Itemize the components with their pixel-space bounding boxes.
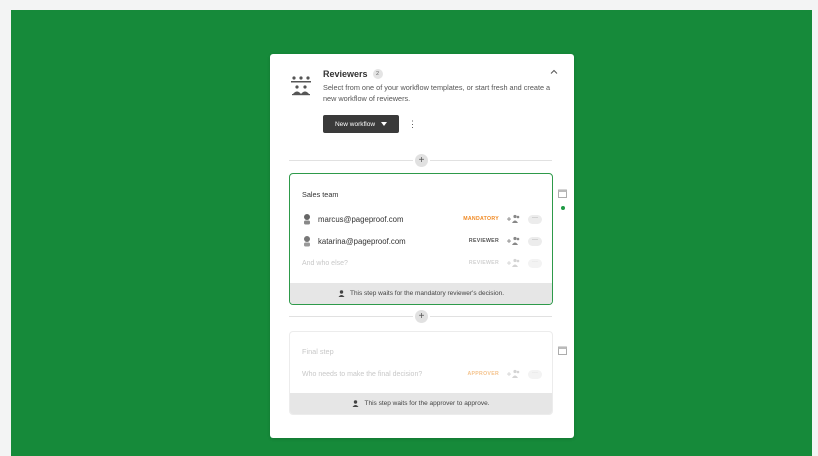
status-indicator [561, 206, 565, 210]
workflow-step-final: Final step Who needs to make the final d… [289, 331, 553, 415]
reviewer-email: marcus@pageproof.com [318, 214, 404, 224]
add-person-icon[interactable] [507, 214, 520, 224]
add-step-button[interactable]: + [415, 310, 428, 323]
reviewers-title-row: Reviewers 2 [323, 69, 383, 79]
caret-down-icon [381, 122, 388, 126]
person-icon [338, 290, 345, 297]
reviewers-title: Reviewers [323, 69, 368, 79]
step-title: Sales team [302, 190, 339, 199]
reviewers-description: Select from one of your workflow templat… [323, 83, 551, 103]
workflow-step-sales-team: Sales team marcus@pageproof.com MANDATOR… [289, 173, 553, 305]
add-step-button[interactable]: + [415, 154, 428, 167]
add-reviewer-row: And who else? REVIEWER ··· [302, 256, 542, 270]
person-icon [352, 400, 359, 407]
add-approver-row: Who needs to make the final decision? AP… [302, 367, 542, 381]
step-footer: This step waits for the mandatory review… [290, 283, 552, 304]
role-badge-reviewer[interactable]: REVIEWER [469, 260, 499, 266]
divider [289, 160, 413, 161]
role-badge-mandatory[interactable]: MANDATORY [463, 216, 499, 222]
reviewer-row: katarina@pageproof.com REVIEWER ··· [302, 234, 542, 248]
step-footer: This step waits for the approver to appr… [290, 393, 552, 414]
app-background: Reviewers 2 Select from one of your work… [11, 10, 812, 456]
calendar-icon[interactable] [558, 346, 567, 355]
role-badge-reviewer[interactable]: REVIEWER [469, 238, 499, 244]
add-person-icon[interactable] [507, 369, 520, 379]
workflow-options-button[interactable]: ⋮ [408, 117, 417, 131]
reviewers-group-icon [291, 76, 311, 96]
new-workflow-label: New workflow [334, 120, 376, 128]
step-title-input[interactable]: Final step [302, 347, 334, 356]
divider [430, 160, 552, 161]
add-reviewer-input[interactable]: And who else? [302, 260, 469, 267]
avatar [304, 236, 310, 247]
more-icon[interactable]: ··· [528, 258, 542, 268]
more-icon[interactable]: ··· [528, 236, 542, 246]
more-icon[interactable]: ··· [528, 214, 542, 224]
role-badge-approver[interactable]: APPROVER [467, 371, 499, 377]
reviewers-count-badge: 2 [372, 69, 383, 79]
chevron-up-icon[interactable] [549, 67, 559, 77]
new-workflow-button[interactable]: New workflow [323, 115, 399, 133]
add-approver-input[interactable]: Who needs to make the final decision? [302, 371, 467, 378]
step-footer-text: This step waits for the approver to appr… [364, 400, 490, 407]
divider [289, 316, 413, 317]
divider [430, 316, 552, 317]
avatar [304, 214, 310, 225]
more-icon[interactable]: ··· [528, 369, 542, 379]
reviewers-panel: Reviewers 2 Select from one of your work… [270, 54, 574, 438]
reviewer-row: marcus@pageproof.com MANDATORY ··· [302, 212, 542, 226]
add-person-icon[interactable] [507, 258, 520, 268]
add-person-icon[interactable] [507, 236, 520, 246]
reviewer-email: katarina@pageproof.com [318, 236, 406, 246]
step-footer-text: This step waits for the mandatory review… [349, 290, 505, 297]
calendar-icon[interactable] [558, 189, 567, 198]
